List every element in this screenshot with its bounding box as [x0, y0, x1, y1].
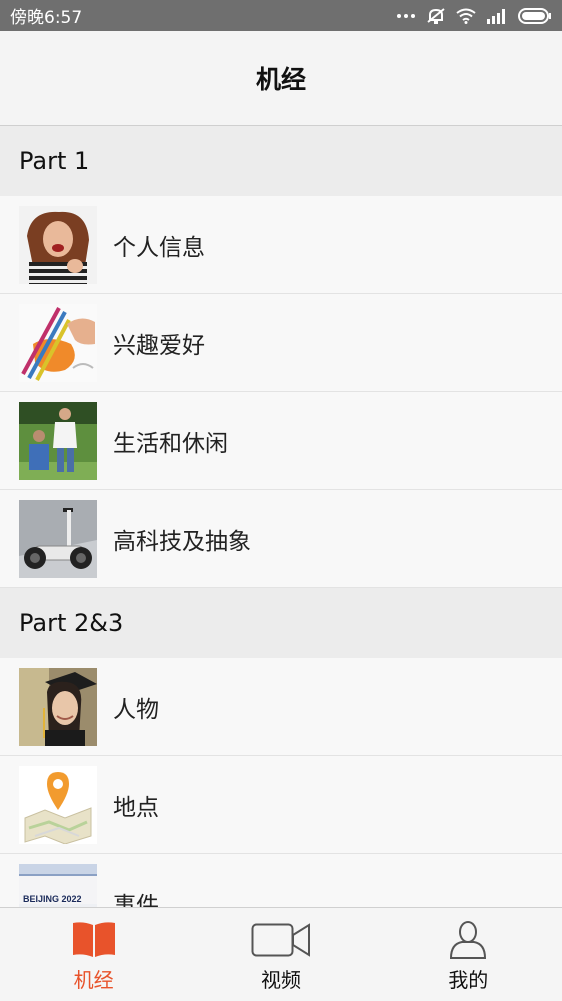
tab-video[interactable]: 视频 [187, 908, 374, 1001]
event-photo: BEIJING 2022 [19, 863, 97, 907]
status-bar: 傍晚6:57 [0, 0, 562, 31]
list-item-label: 高科技及抽象 [113, 528, 251, 555]
signal-icon [486, 8, 508, 24]
list-item-label: 事件 [113, 892, 159, 908]
personal-info-photo [19, 205, 97, 284]
tab-mine[interactable]: 我的 [375, 908, 562, 1001]
mute-icon [426, 7, 446, 25]
section-header-part1: Part 1 [0, 126, 562, 196]
hitech-photo [19, 499, 97, 578]
event-thumb-text: BEIJING 2022 [23, 893, 82, 904]
map-pin-photo [19, 765, 97, 844]
list-item-label: 兴趣爱好 [113, 332, 205, 359]
list-item-label: 人物 [113, 696, 159, 723]
more-dots-icon [396, 9, 416, 23]
tab-label: 机经 [73, 968, 114, 992]
list-item-label: 地点 [113, 794, 159, 821]
battery-icon [518, 7, 552, 24]
topic-list[interactable]: Part 1 个人信息 兴趣爱好 生活和休闲 高科技及抽象 Part 2&3 人… [0, 126, 562, 907]
page-title: 机经 [255, 65, 306, 94]
app-header: 机经 [0, 31, 562, 126]
person-photo [19, 667, 97, 746]
tab-label: 我的 [448, 968, 489, 992]
list-item-hobbies[interactable]: 兴趣爱好 [0, 294, 562, 392]
book-icon [71, 920, 117, 960]
list-item-event[interactable]: BEIJING 2022 事件 [0, 854, 562, 907]
hobbies-photo [19, 303, 97, 382]
list-item-life-leisure[interactable]: 生活和休闲 [0, 392, 562, 490]
life-leisure-photo [19, 401, 97, 480]
status-icons [396, 7, 552, 25]
section-header-part2-3: Part 2&3 [0, 588, 562, 658]
tab-jijing[interactable]: 机经 [0, 908, 187, 1001]
wifi-icon [456, 8, 476, 24]
list-item-personal-info[interactable]: 个人信息 [0, 196, 562, 294]
list-item-location[interactable]: 地点 [0, 756, 562, 854]
list-item-label: 个人信息 [113, 234, 205, 261]
list-item-person[interactable]: 人物 [0, 658, 562, 756]
video-camera-icon [251, 920, 311, 960]
user-icon [448, 920, 488, 960]
section-title: Part 1 [19, 147, 90, 175]
section-title: Part 2&3 [19, 609, 124, 637]
list-item-label: 生活和休闲 [113, 430, 228, 457]
bottom-tab-bar: 机经 视频 我的 [0, 907, 562, 1001]
tab-label: 视频 [260, 968, 301, 992]
list-item-hitech[interactable]: 高科技及抽象 [0, 490, 562, 588]
status-time: 傍晚6:57 [10, 8, 83, 28]
